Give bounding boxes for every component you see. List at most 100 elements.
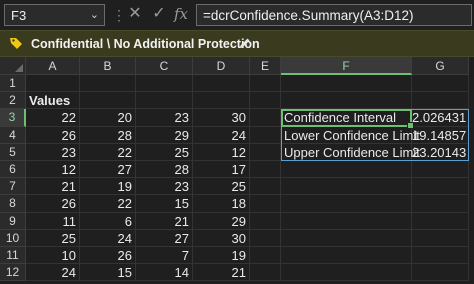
cell-d2[interactable] <box>193 92 250 110</box>
cell-f3[interactable]: Confidence Interval <box>281 109 412 127</box>
spreadsheet-grid[interactable]: A B C D E F G 1 2 Values 3 22 20 23 30 Confidence Inter… <box>0 57 474 284</box>
cell-e1[interactable] <box>250 75 281 93</box>
cell-c5[interactable]: 25 <box>136 143 193 161</box>
cell-e3[interactable] <box>250 109 281 127</box>
row-header-6[interactable]: 6 <box>0 161 26 179</box>
cell-c3[interactable]: 23 <box>136 109 193 127</box>
column-header-c[interactable]: C <box>136 57 193 75</box>
cell-a5[interactable]: 23 <box>26 143 80 161</box>
cell-f8[interactable] <box>281 195 412 213</box>
cell-f6[interactable] <box>281 161 412 179</box>
chevron-down-icon[interactable]: ⌄ <box>90 8 99 21</box>
cell-a1[interactable] <box>26 75 80 93</box>
cell-c7[interactable]: 23 <box>136 178 193 196</box>
row-header-1[interactable]: 1 <box>0 75 26 93</box>
row-header-9[interactable]: 9 <box>0 212 26 230</box>
name-box[interactable]: F3 ⌄ <box>4 4 105 26</box>
cell-b6[interactable]: 27 <box>80 161 136 179</box>
cell-d10[interactable]: 30 <box>193 229 250 247</box>
cell-g3[interactable]: 2.026431 <box>412 109 469 127</box>
cell-b4[interactable]: 28 <box>80 126 136 144</box>
cell-c6[interactable]: 28 <box>136 161 193 179</box>
cell-b12[interactable]: 15 <box>80 264 136 282</box>
cell-b3[interactable]: 20 <box>80 109 136 127</box>
enter-check-icon[interactable]: ✓ <box>148 3 170 25</box>
cell-f5[interactable]: Upper Confidence Limit <box>281 143 420 161</box>
cell-g1[interactable] <box>412 75 469 93</box>
cell-a11[interactable]: 10 <box>26 247 80 265</box>
row-header-10[interactable]: 10 <box>0 229 26 247</box>
cell-b2[interactable] <box>80 92 136 110</box>
cell-d8[interactable]: 18 <box>193 195 250 213</box>
cell-a3[interactable]: 22 <box>26 109 80 127</box>
cell-b8[interactable]: 22 <box>80 195 136 213</box>
insert-function-icon[interactable]: fx <box>170 3 192 25</box>
cell-c11[interactable]: 7 <box>136 247 193 265</box>
cell-b7[interactable]: 19 <box>80 178 136 196</box>
cell-f11[interactable] <box>281 247 412 265</box>
cancel-icon[interactable]: ✕ <box>124 3 146 25</box>
cell-f7[interactable] <box>281 178 412 196</box>
cell-e4[interactable] <box>250 126 281 144</box>
cell-b11[interactable]: 26 <box>80 247 136 265</box>
row-header-8[interactable]: 8 <box>0 195 26 213</box>
cell-d7[interactable]: 25 <box>193 178 250 196</box>
cell-c4[interactable]: 29 <box>136 126 193 144</box>
cell-c2[interactable] <box>136 92 193 110</box>
cell-c12[interactable]: 14 <box>136 264 193 282</box>
column-header-f[interactable]: F <box>281 57 412 75</box>
cell-g11[interactable] <box>412 247 469 265</box>
cell-e12[interactable] <box>250 264 281 282</box>
cell-b10[interactable]: 24 <box>80 229 136 247</box>
cell-d9[interactable]: 29 <box>193 212 250 230</box>
cell-g10[interactable] <box>412 229 469 247</box>
cell-e11[interactable] <box>250 247 281 265</box>
cell-a10[interactable]: 25 <box>26 229 80 247</box>
cell-g6[interactable] <box>412 161 469 179</box>
cell-a7[interactable]: 21 <box>26 178 80 196</box>
cell-a4[interactable]: 26 <box>26 126 80 144</box>
cell-g8[interactable] <box>412 195 469 213</box>
cell-f9[interactable] <box>281 212 412 230</box>
cell-f12[interactable] <box>281 264 412 282</box>
cell-f10[interactable] <box>281 229 412 247</box>
column-header-e[interactable]: E <box>250 57 281 75</box>
column-header-a[interactable]: A <box>26 57 80 75</box>
row-header-7[interactable]: 7 <box>0 178 26 196</box>
cell-a6[interactable]: 12 <box>26 161 80 179</box>
cell-e10[interactable] <box>250 229 281 247</box>
cell-b5[interactable]: 22 <box>80 143 136 161</box>
edit-pencil-icon[interactable] <box>238 36 252 50</box>
cell-a2[interactable]: Values <box>26 92 80 110</box>
formula-input[interactable]: =dcrConfidence.Summary(A3:D12) <box>196 4 472 26</box>
column-header-g[interactable]: G <box>412 57 469 75</box>
column-header-d[interactable]: D <box>193 57 250 75</box>
cell-d6[interactable]: 17 <box>193 161 250 179</box>
cell-c1[interactable] <box>136 75 193 93</box>
cell-c8[interactable]: 15 <box>136 195 193 213</box>
cell-d3[interactable]: 30 <box>193 109 250 127</box>
select-all-button[interactable] <box>0 57 26 75</box>
cell-g12[interactable] <box>412 264 469 282</box>
cell-e8[interactable] <box>250 195 281 213</box>
cell-b9[interactable]: 6 <box>80 212 136 230</box>
cell-e7[interactable] <box>250 178 281 196</box>
row-header-12[interactable]: 12 <box>0 264 26 282</box>
cell-e5[interactable] <box>250 143 281 161</box>
cell-g4[interactable]: 19.14857 <box>412 126 469 144</box>
cell-g9[interactable] <box>412 212 469 230</box>
cell-a8[interactable]: 26 <box>26 195 80 213</box>
cell-c10[interactable]: 27 <box>136 229 193 247</box>
cell-d5[interactable]: 12 <box>193 143 250 161</box>
row-header-4[interactable]: 4 <box>0 126 26 144</box>
cell-e6[interactable] <box>250 161 281 179</box>
cell-d4[interactable]: 24 <box>193 126 250 144</box>
cell-e2[interactable] <box>250 92 281 110</box>
cell-f4[interactable]: Lower Confidence Limit <box>281 126 420 144</box>
cell-g2[interactable] <box>412 92 469 110</box>
row-header-3[interactable]: 3 <box>0 109 26 127</box>
cell-e9[interactable] <box>250 212 281 230</box>
row-header-11[interactable]: 11 <box>0 247 26 265</box>
cell-d11[interactable]: 19 <box>193 247 250 265</box>
cell-g5[interactable]: 23.20143 <box>412 143 469 161</box>
